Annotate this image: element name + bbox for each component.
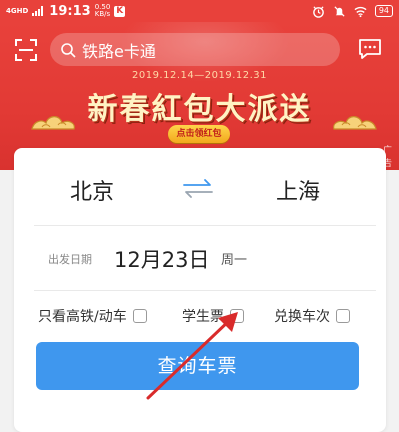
top-toolbar: 铁路e卡通 — [0, 30, 399, 66]
app-notification-badge: K — [114, 5, 126, 17]
ticket-search-card: 北京 上海 出发日期 12月23日 周一 只看高铁/动车 学生票 兑换车次 查询… — [14, 148, 386, 432]
student-ticket-label: 学生票 — [182, 309, 224, 325]
high-speed-only-checkbox[interactable] — [132, 309, 147, 323]
departure-date-value[interactable]: 12月23日 — [114, 244, 209, 274]
search-bar[interactable]: 铁路e卡通 — [50, 33, 340, 66]
cloud-left-icon — [31, 116, 75, 130]
wifi-icon — [354, 6, 367, 17]
cloud-right-icon — [333, 116, 377, 130]
scan-icon[interactable] — [14, 38, 38, 62]
departure-date-label: 出发日期 — [48, 253, 92, 266]
network-speed-unit: KB/s — [94, 10, 111, 18]
departure-weekday: 周一 — [221, 253, 248, 268]
departure-date-row[interactable]: 出发日期 12月23日 周一 — [14, 226, 386, 290]
status-time: 19:13 — [49, 3, 91, 19]
student-ticket-option[interactable]: 学生票 — [182, 306, 244, 326]
network-speed: 0.50 KB/s — [95, 4, 111, 18]
battery-level: 94 — [374, 5, 393, 17]
divider — [34, 290, 376, 291]
banner-date-range: 2019.12.14—2019.12.31 — [131, 70, 267, 81]
signal-icon — [32, 6, 44, 16]
filter-options: 只看高铁/动车 学生票 兑换车次 — [14, 304, 386, 328]
swap-stations-icon[interactable] — [180, 178, 216, 198]
search-placeholder: 铁路e卡通 — [82, 41, 156, 61]
arrival-station[interactable]: 上海 — [276, 174, 320, 206]
search-tickets-button[interactable]: 查询车票 — [36, 342, 359, 390]
redeem-train-option[interactable]: 兑换车次 — [274, 306, 350, 326]
claim-red-envelope-button[interactable]: 点击领红包 — [168, 125, 230, 143]
route-selector: 北京 上海 — [14, 148, 386, 226]
search-icon — [61, 42, 76, 58]
high-speed-only-label: 只看高铁/动车 — [38, 309, 127, 325]
student-ticket-checkbox[interactable] — [230, 309, 244, 323]
message-icon[interactable] — [358, 38, 382, 60]
network-type: 4GHD — [6, 6, 29, 15]
mute-icon — [334, 5, 345, 17]
redeem-train-checkbox[interactable] — [336, 309, 350, 323]
alarm-icon — [312, 5, 324, 18]
departure-station[interactable]: 北京 — [70, 174, 114, 206]
high-speed-only-option[interactable]: 只看高铁/动车 — [38, 306, 147, 326]
redeem-train-label: 兑换车次 — [274, 309, 330, 325]
status-bar: 4GHD 19:13 0.50 KB/s K 94 — [0, 0, 399, 22]
